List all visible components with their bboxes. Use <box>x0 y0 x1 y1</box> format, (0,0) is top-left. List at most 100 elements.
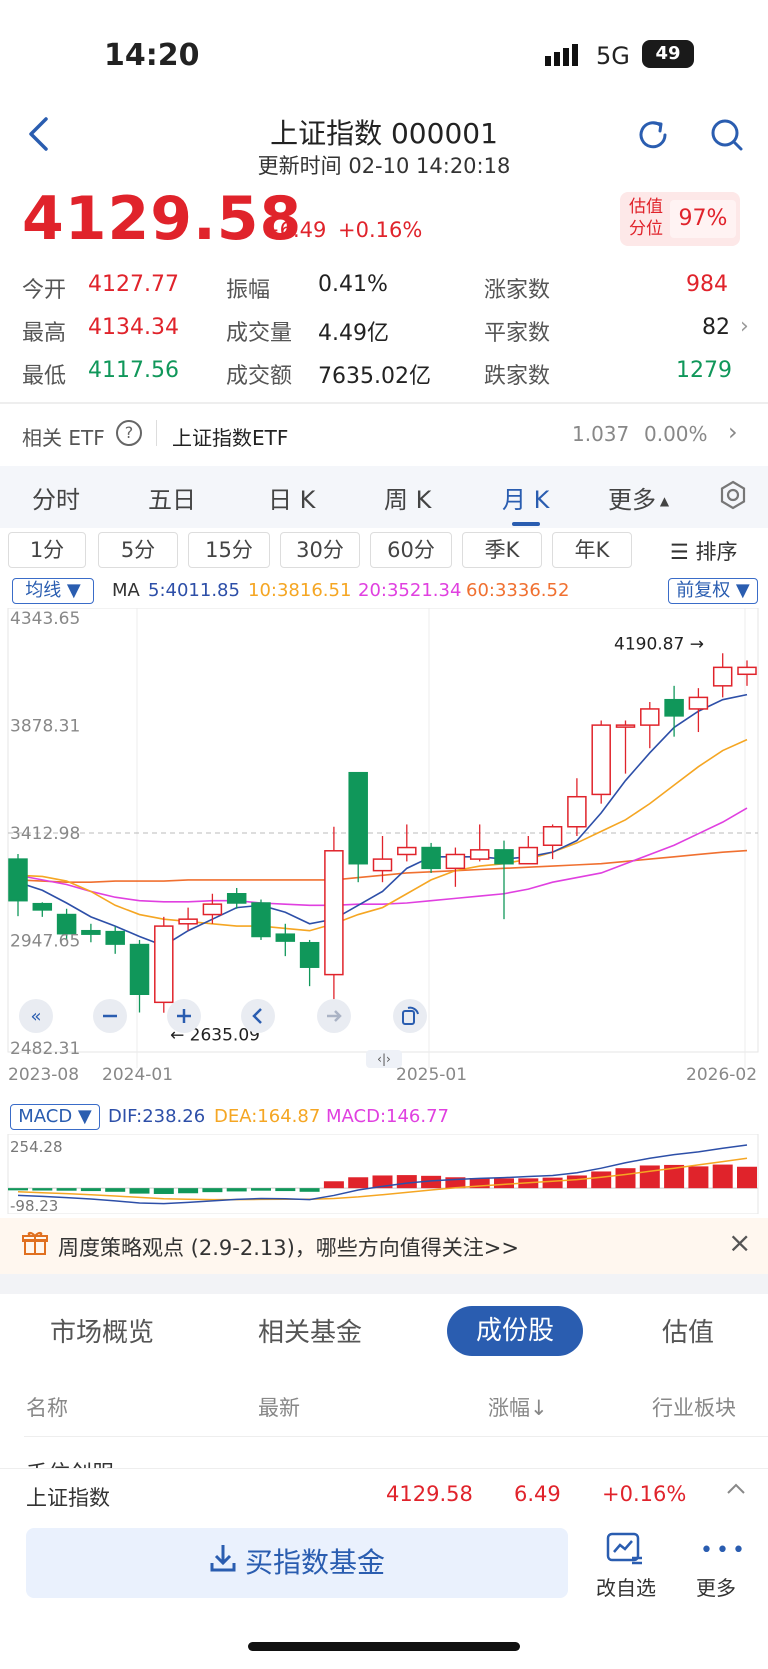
interval-60m[interactable]: 60分 <box>370 532 452 568</box>
tab-more-label: 更多 <box>608 486 656 514</box>
macd-select[interactable]: MACD ▼ <box>10 1104 100 1130</box>
battery-icon: 49 <box>642 40 694 68</box>
dea-value: DEA:164.87 <box>214 1106 321 1127</box>
tab-weekly-k[interactable]: 周 K <box>384 480 431 515</box>
etf-name[interactable]: 上证指数ETF <box>172 422 288 451</box>
up-count: 984 <box>686 272 728 297</box>
macd-bar <box>202 1188 223 1193</box>
candle <box>664 685 684 737</box>
flat-count: 82 <box>702 315 730 340</box>
tab-more[interactable]: 更多 ▲ <box>608 480 669 515</box>
tab-intraday[interactable]: 分时 <box>32 480 80 515</box>
interval-15m[interactable]: 15分 <box>188 532 270 568</box>
divider <box>156 420 157 446</box>
column-name[interactable]: 名称 <box>26 1392 68 1422</box>
watchlist-label[interactable]: 改自选 <box>596 1572 656 1601</box>
tab-related-funds[interactable]: 相关基金 <box>258 1312 362 1349</box>
tab-daily-k[interactable]: 日 K <box>268 480 315 515</box>
search-icon[interactable] <box>710 118 744 156</box>
macd-bar <box>542 1177 563 1189</box>
ma20-value: 20:3521.34 <box>358 580 462 601</box>
candle <box>591 720 611 804</box>
ma-select[interactable]: 均线 ▼ <box>12 578 94 604</box>
macd-bar <box>396 1175 417 1189</box>
rotate-button[interactable] <box>392 998 428 1038</box>
interval-1m[interactable]: 1分 <box>8 532 86 568</box>
tab-monthly-k[interactable]: 月 K <box>502 480 549 515</box>
macd-bar <box>737 1166 757 1189</box>
interval-5m[interactable]: 5分 <box>98 532 178 568</box>
chart-frame <box>7 608 759 1053</box>
pan-right-button[interactable] <box>316 998 352 1038</box>
down-count-label: 跌家数 <box>484 364 551 389</box>
sort-button[interactable]: ☰ 排序 <box>670 536 738 566</box>
tab-market-overview[interactable]: 市场概览 <box>50 1312 154 1349</box>
column-sector[interactable]: 行业板块 <box>652 1392 736 1422</box>
interval-quarter[interactable]: 季K <box>462 532 542 568</box>
y-tick-label: 2482.31 <box>10 1039 80 1059</box>
down-count: 1279 <box>676 358 732 383</box>
drag-handle-icon[interactable]: ‹|› <box>366 1050 402 1068</box>
macd-bar <box>688 1166 709 1189</box>
macd-bottom-label: -98.23 <box>10 1197 58 1214</box>
y-tick-label: 3878.31 <box>10 717 80 737</box>
candle <box>226 887 247 909</box>
candle <box>737 660 757 686</box>
section-gap <box>0 1274 768 1294</box>
column-latest[interactable]: 最新 <box>258 1392 300 1422</box>
ma60-value: 60:3336.52 <box>466 580 570 601</box>
candle <box>445 847 466 887</box>
pan-left-button[interactable] <box>240 998 276 1038</box>
network-label: 5G <box>596 42 630 70</box>
home-indicator <box>248 1642 520 1651</box>
tab-valuation[interactable]: 估值 <box>662 1312 714 1349</box>
macd-chart[interactable]: 254.28 -98.23 <box>0 1134 768 1214</box>
candle <box>105 926 125 954</box>
download-icon <box>209 1529 237 1599</box>
menu-icon: ☰ <box>670 540 696 564</box>
help-icon[interactable]: ? <box>116 420 142 446</box>
candle <box>469 824 490 862</box>
signal-icon <box>545 44 585 70</box>
macd-bar <box>226 1188 247 1192</box>
column-change[interactable]: 涨幅↓ <box>488 1392 548 1422</box>
zoom-out-button[interactable] <box>92 998 128 1038</box>
refresh-icon[interactable] <box>636 118 670 156</box>
chevron-up-icon[interactable] <box>726 1476 746 1501</box>
adjust-select[interactable]: 前复权 ▼ <box>668 578 758 604</box>
buy-index-fund-button[interactable]: 买指数基金 <box>26 1528 568 1598</box>
more-icon[interactable]: ••• <box>700 1538 748 1563</box>
tab-five-day[interactable]: 五日 <box>148 480 196 515</box>
banner-text[interactable]: 周度策略观点 (2.9-2.13)，哪些方向值得关注>> <box>58 1232 519 1262</box>
chevron-right-icon[interactable]: › <box>740 314 749 339</box>
more-label[interactable]: 更多 <box>696 1572 736 1601</box>
rewind-button[interactable]: « <box>18 998 54 1038</box>
macd-bar <box>299 1188 320 1192</box>
y-tick-label: 3412.98 <box>10 824 80 844</box>
candle <box>712 653 733 698</box>
zoom-in-button[interactable] <box>166 998 202 1038</box>
gear-icon[interactable] <box>718 480 748 514</box>
watchlist-edit-icon[interactable] <box>606 1532 646 1570</box>
macd-bar <box>275 1188 296 1192</box>
chevron-right-icon[interactable]: › <box>728 418 738 446</box>
x-tick-label: 2024-01 <box>102 1065 173 1085</box>
macd-bar <box>56 1188 77 1191</box>
turnover-value: 7635.02亿 <box>318 364 431 389</box>
candle <box>567 778 587 836</box>
candle <box>8 854 28 917</box>
candle <box>32 902 53 917</box>
interval-30m[interactable]: 30分 <box>280 532 360 568</box>
price-change: +6.49 <box>262 218 327 242</box>
divider <box>24 1436 768 1437</box>
low-value: 4117.56 <box>88 358 179 383</box>
etf-pct: 0.00% <box>644 422 708 446</box>
tab-constituents[interactable]: 成份股 <box>447 1306 583 1356</box>
interval-year[interactable]: 年K <box>552 532 632 568</box>
valuation-badge[interactable]: 估值 分位 97% <box>620 192 740 246</box>
close-icon[interactable]: × <box>728 1226 751 1259</box>
candle <box>251 899 271 940</box>
macd-value: MACD:146.77 <box>326 1106 450 1127</box>
macd-bar <box>323 1181 344 1189</box>
candle <box>518 835 539 865</box>
